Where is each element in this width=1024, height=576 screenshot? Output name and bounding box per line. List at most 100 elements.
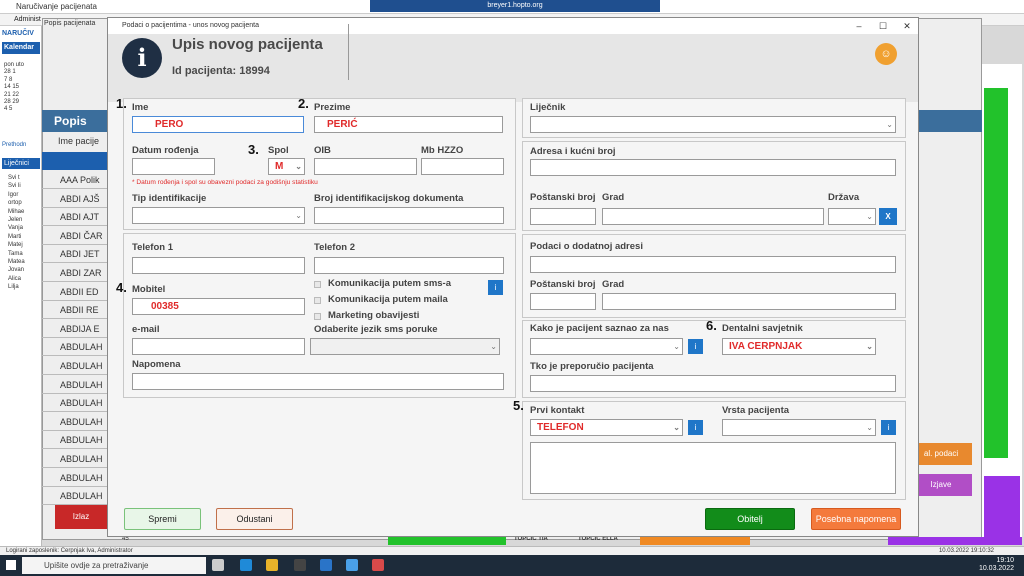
- table-row[interactable]: ABDIJA E: [42, 321, 108, 338]
- prezime-input[interactable]: PERIĆ: [314, 116, 503, 133]
- store-icon[interactable]: [294, 559, 306, 571]
- tel2-input[interactable]: [314, 257, 504, 274]
- taskbar-clock[interactable]: 19:10 10.03.2022: [979, 557, 1014, 573]
- napomena-input[interactable]: [132, 373, 504, 390]
- contact-notes-textarea[interactable]: [530, 442, 896, 494]
- mobitel-input[interactable]: 00385: [132, 298, 305, 315]
- table-row[interactable]: ABDULAH: [42, 470, 108, 487]
- chat-icon[interactable]: ☺: [875, 43, 897, 65]
- patient-list-selected-row[interactable]: [42, 152, 108, 170]
- sms-info-button[interactable]: i: [488, 280, 503, 295]
- marketing-label: Marketing obavijesti: [328, 310, 420, 321]
- taskbar-search-input[interactable]: Upišite ovdje za pretraživanje: [22, 557, 206, 574]
- mbhzzo-input[interactable]: [421, 158, 504, 175]
- lijecnik-select[interactable]: ⌄: [530, 116, 896, 133]
- table-row[interactable]: ABDULAH: [42, 395, 108, 413]
- table-row[interactable]: ABDULAH: [42, 377, 108, 394]
- chevron-down-icon: ⌄: [866, 423, 873, 432]
- table-row[interactable]: AAA Polik: [42, 172, 108, 189]
- calendar-app-icon[interactable]: [372, 559, 384, 571]
- table-row[interactable]: ABDII RE: [42, 302, 108, 320]
- taskbar: Upišite ovdje za pretraživanje 19:10 10.0…: [0, 555, 1024, 576]
- save-button[interactable]: Spremi: [124, 508, 201, 530]
- sms-checkbox[interactable]: [314, 281, 321, 288]
- cancel-button[interactable]: Odustani: [216, 508, 293, 530]
- datum-input[interactable]: [132, 158, 215, 175]
- table-row[interactable]: ABDULAH: [42, 432, 108, 450]
- saznao-info-button[interactable]: i: [688, 339, 703, 354]
- email-input[interactable]: [132, 338, 305, 355]
- izlaz-button[interactable]: Izlaz: [55, 505, 107, 529]
- ime-input[interactable]: PERO: [132, 116, 304, 133]
- clear-country-button[interactable]: X: [879, 208, 897, 225]
- info-icon: i: [122, 38, 162, 78]
- jezik-select[interactable]: ⌄: [310, 338, 500, 355]
- table-row[interactable]: ABDULAH: [42, 451, 108, 468]
- tip-select[interactable]: ⌄: [132, 207, 305, 224]
- previous-button[interactable]: Prethodn: [2, 142, 26, 148]
- dodatna-label: Podaci o dodatnoj adresi: [530, 241, 643, 252]
- jezik-label: Odaberite jezik sms poruke: [314, 324, 438, 335]
- prvi-kontakt-select[interactable]: TELEFON ⌄: [530, 419, 683, 436]
- datum-label: Datum rođenja: [132, 145, 199, 156]
- table-row[interactable]: ABDULAH: [42, 488, 108, 506]
- tel1-input[interactable]: [132, 257, 305, 274]
- bottom-purple-bar: [888, 537, 1022, 545]
- remote-app-icon[interactable]: [346, 559, 358, 571]
- mail-checkbox[interactable]: [314, 297, 321, 304]
- family-button[interactable]: Obitelj: [705, 508, 795, 530]
- adresa-input[interactable]: [530, 159, 896, 176]
- table-row[interactable]: ABDI ZAR: [42, 265, 108, 282]
- grad2-label: Grad: [602, 279, 625, 290]
- podaci-button[interactable]: al. podaci: [910, 443, 972, 465]
- broj-label: Broj identifikacijskog dokumenta: [314, 193, 464, 204]
- task-view-icon[interactable]: [212, 559, 224, 571]
- remote-session-bar[interactable]: breyer1.hopto.org: [370, 0, 660, 12]
- chevron-down-icon: ⌄: [673, 423, 680, 432]
- table-row[interactable]: ABDI JET: [42, 246, 108, 264]
- table-row[interactable]: ABDI AJT: [42, 209, 108, 227]
- edge-icon[interactable]: [240, 559, 252, 571]
- grad2-input[interactable]: [602, 293, 896, 310]
- table-row[interactable]: ABDII ED: [42, 284, 108, 301]
- spol-select[interactable]: M ⌄: [268, 158, 305, 175]
- adresa-label: Adresa i kućni broj: [530, 146, 616, 157]
- minimize-icon[interactable]: –: [848, 18, 870, 34]
- table-row[interactable]: ABDULAH: [42, 358, 108, 375]
- mail-icon[interactable]: [320, 559, 332, 571]
- calendar-grid[interactable]: pon uto 28 1 7 8 14 15 21 22 28 29 4 5: [4, 62, 40, 114]
- postanski2-input[interactable]: [530, 293, 596, 310]
- new-patient-dialog: Podaci o pacijentima - unos novog pacije…: [107, 17, 919, 537]
- oib-input[interactable]: [314, 158, 417, 175]
- saznao-select[interactable]: ⌄: [530, 338, 683, 355]
- vrsta-info-button[interactable]: i: [881, 420, 896, 435]
- saznao-label: Kako je pacijent saznao za nas: [530, 323, 669, 334]
- preporucio-input[interactable]: [530, 375, 896, 392]
- dodatna-input[interactable]: [530, 256, 896, 273]
- doctors-list[interactable]: Svi t Svi li Igor ortop Mihae Jelen Vanja Marti…: [8, 174, 40, 292]
- izjave-button[interactable]: Izjave: [910, 474, 972, 496]
- napomena-label: Napomena: [132, 359, 181, 370]
- postanski-input[interactable]: [530, 208, 596, 225]
- explorer-icon[interactable]: [266, 559, 278, 571]
- annotation-6: 6.: [706, 318, 717, 333]
- table-row[interactable]: ABDI AJŠ: [42, 191, 108, 208]
- table-row[interactable]: ABDULAH: [42, 414, 108, 431]
- prezime-label: Prezime: [314, 102, 351, 113]
- close-icon[interactable]: ✕: [896, 18, 918, 34]
- marketing-checkbox[interactable]: [314, 313, 321, 320]
- savjetnik-select[interactable]: IVA CERPNJAK ⌄: [722, 338, 876, 355]
- preporucio-label: Tko je preporučio pacijenta: [530, 361, 654, 372]
- maximize-icon[interactable]: ☐: [872, 18, 894, 34]
- special-note-button[interactable]: Posebna napomena: [811, 508, 901, 530]
- chevron-down-icon: ⌄: [886, 120, 893, 129]
- broj-input[interactable]: [314, 207, 504, 224]
- annotation-1: 1.: [116, 96, 127, 111]
- table-row[interactable]: ABDI ČAR: [42, 228, 108, 245]
- windows-start-icon[interactable]: [6, 560, 16, 570]
- drzava-select[interactable]: ⌄: [828, 208, 876, 225]
- grad-input[interactable]: [602, 208, 824, 225]
- vrsta-select[interactable]: ⌄: [722, 419, 876, 436]
- prvi-kontakt-info-button[interactable]: i: [688, 420, 703, 435]
- table-row[interactable]: ABDULAH: [42, 339, 108, 357]
